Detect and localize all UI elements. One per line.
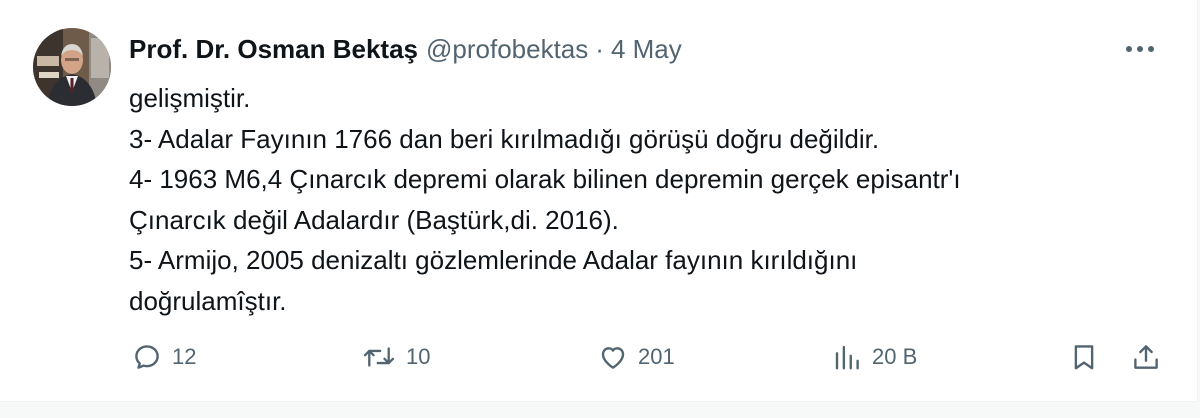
- tweet-text-line: Çınarcık değil Adalardır (Baştürk,di. 20…: [129, 204, 619, 235]
- more-options-button[interactable]: [1120, 34, 1160, 64]
- reply-icon: [135, 345, 159, 369]
- retweet-button[interactable]: 10: [362, 334, 430, 380]
- tweet-text-line: gelişmiştir.: [129, 83, 251, 113]
- tweet-actions-bar: 12 10 201 20 B: [129, 334, 1169, 380]
- tweet-text: gelişmiştir. 3- Adalar Fayının 1766 dan …: [129, 78, 1169, 321]
- avatar-photo: [33, 28, 111, 106]
- like-count: 201: [638, 344, 675, 369]
- more-horizontal-icon: [1126, 46, 1154, 52]
- views-chart-icon: [835, 345, 859, 370]
- like-button[interactable]: 201: [598, 334, 675, 380]
- bookmark-icon: [1074, 345, 1094, 370]
- bookmark-button[interactable]: [1069, 334, 1099, 380]
- tweet-timestamp[interactable]: 4 May: [611, 32, 682, 66]
- share-icon: [1134, 345, 1158, 369]
- tweet-header: Prof. Dr. Osman Bektaş @profobektas · 4 …: [129, 32, 682, 66]
- tweet-text-line: 5- Armijo, 2005 denizaltı gözlemlerinde …: [129, 245, 858, 275]
- heart-icon: [601, 347, 625, 369]
- tweet-text-line: 3- Adalar Fayının 1766 dan beri kırılmad…: [129, 123, 880, 154]
- views-count: 20 B: [872, 344, 918, 369]
- retweet-icon: [363, 347, 395, 367]
- tweet-card[interactable]: Prof. Dr. Osman Bektaş @profobektas · 4 …: [0, 0, 1198, 402]
- tweet-text-line: doğrulamîştır.: [129, 285, 287, 316]
- retweet-count: 10: [406, 344, 431, 369]
- author-display-name[interactable]: Prof. Dr. Osman Bektaş: [129, 32, 418, 66]
- views-button[interactable]: 20 B: [832, 334, 917, 380]
- reply-count: 12: [172, 344, 197, 369]
- avatar[interactable]: [33, 28, 111, 106]
- tweet-text-line: 4- 1963 M6,4 Çınarcık depremi olarak bil…: [129, 164, 961, 194]
- author-handle[interactable]: @profobektas: [426, 32, 588, 66]
- reply-button[interactable]: 12: [132, 334, 196, 380]
- share-button[interactable]: [1131, 334, 1161, 380]
- header-separator: ·: [595, 34, 604, 64]
